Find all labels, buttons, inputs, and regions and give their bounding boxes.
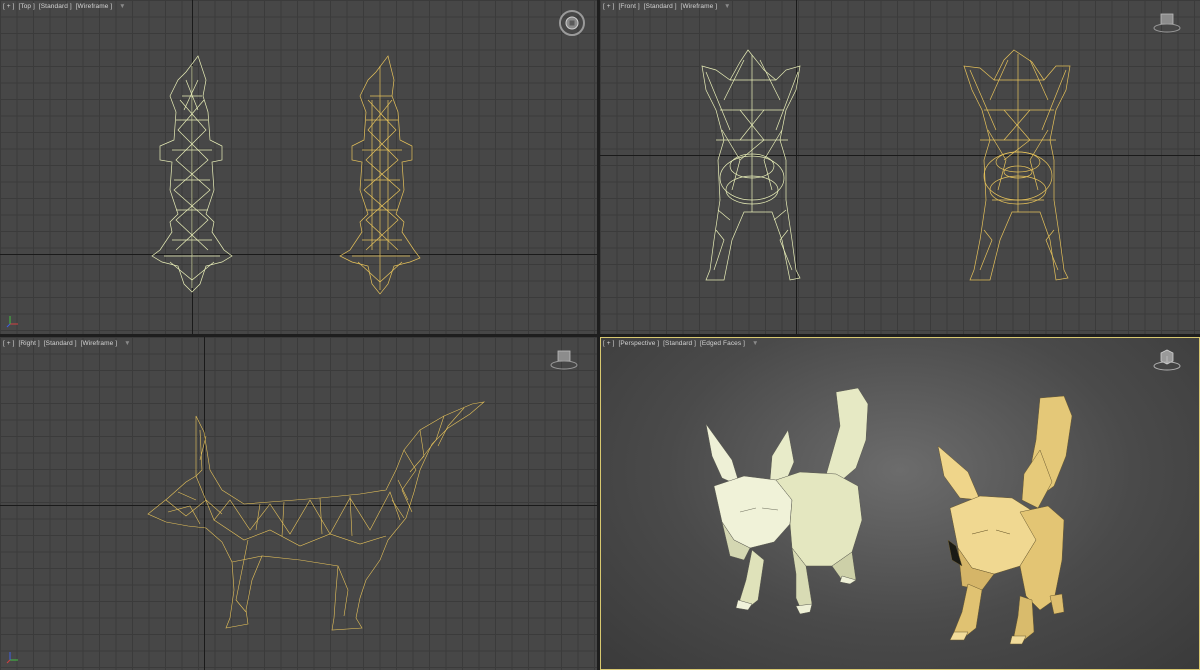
axis-triad-icon [6, 316, 18, 328]
viewport-front[interactable]: [ + ] [Front ] [Standard ] [Wireframe ] … [600, 0, 1200, 334]
fox-model-gold-wireframe-front[interactable] [600, 0, 1200, 334]
viewport-right[interactable]: [ + ] [Right ] [Standard ] [Wireframe ] … [0, 337, 597, 670]
fox-model-gold-wireframe-top[interactable] [0, 0, 597, 334]
viewport-top[interactable]: [ + ] [Top ] [Standard ] [Wireframe ] ▼ [0, 0, 597, 334]
axis-triad-icon [6, 652, 18, 664]
viewport-perspective[interactable]: [ + ] [Perspective ] [Standard ] [Edged … [600, 337, 1200, 670]
fox-model-wireframe-side[interactable] [0, 337, 597, 670]
fox-model-gold-edged-faces[interactable] [600, 337, 1200, 670]
